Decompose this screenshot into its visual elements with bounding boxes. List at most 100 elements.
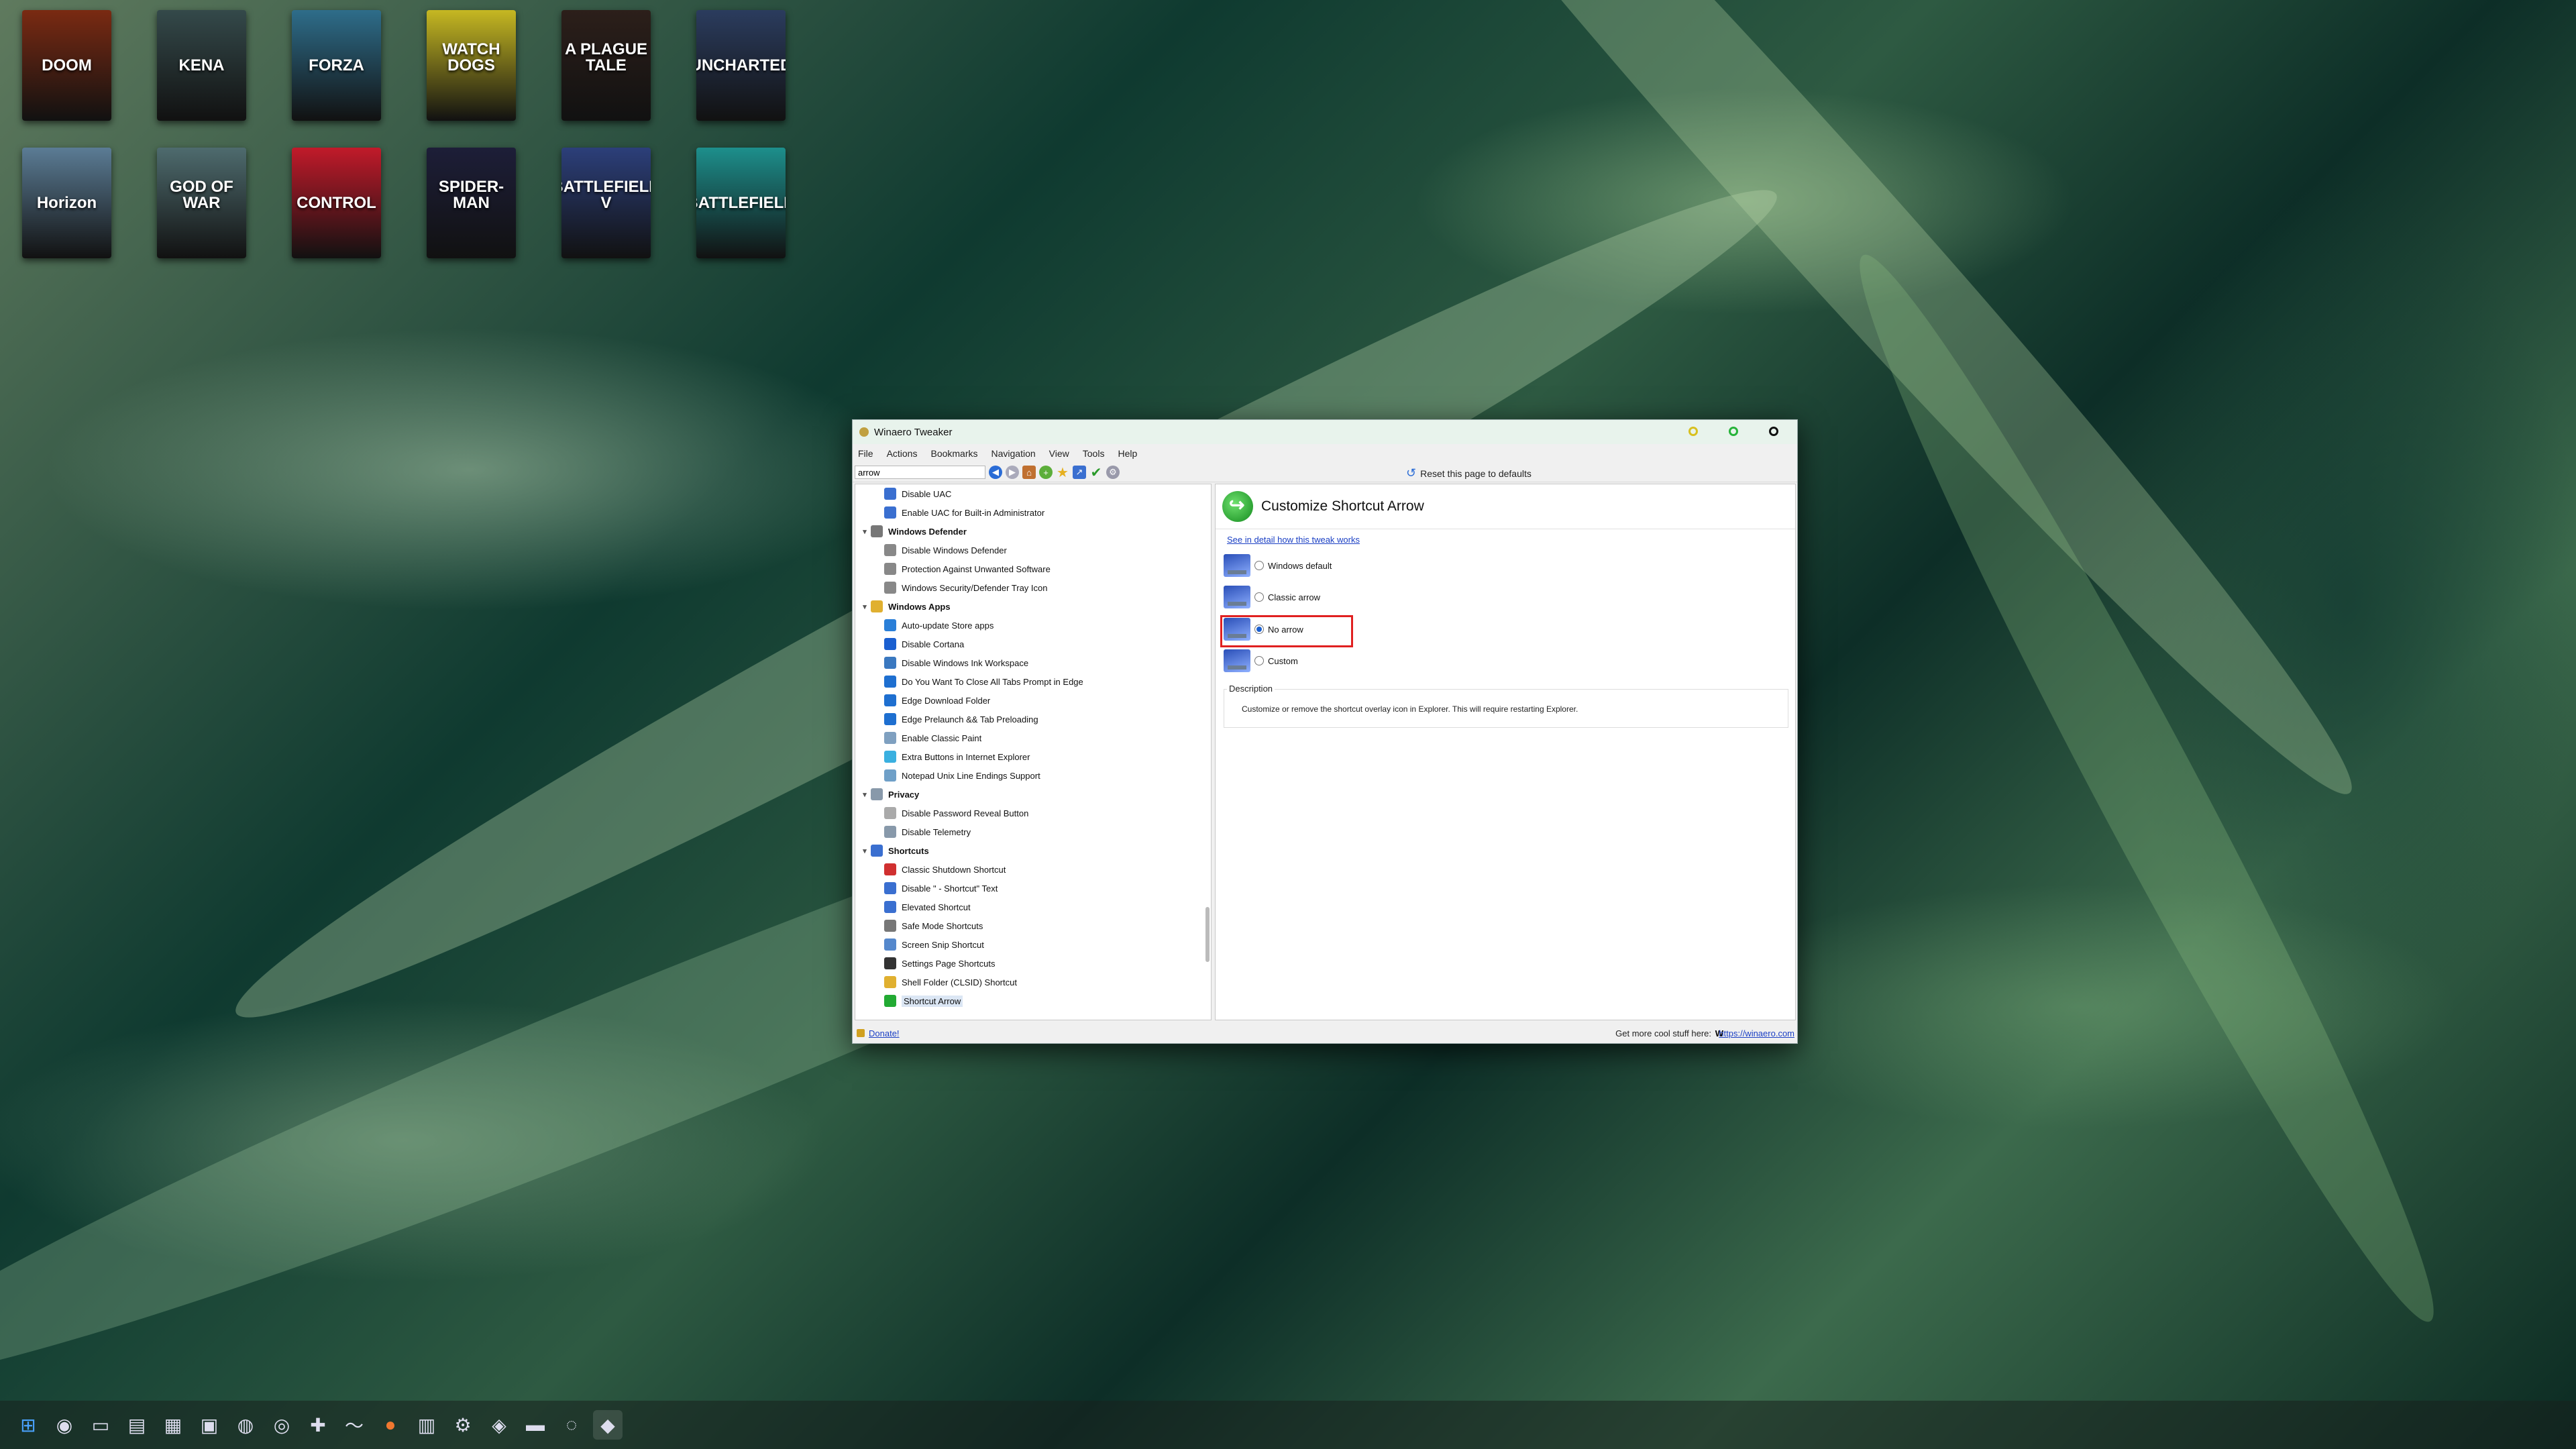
tree-item[interactable]: Disable Password Reveal Button [855, 804, 1211, 822]
file-explorer-icon[interactable]: ▭ [86, 1410, 115, 1440]
tree-category[interactable]: ▾ Privacy [855, 785, 1211, 804]
tree-item[interactable]: Do You Want To Close All Tabs Prompt in … [855, 672, 1211, 691]
tree-item[interactable]: Disable " - Shortcut" Text [855, 879, 1211, 898]
menu-help[interactable]: Help [1118, 448, 1137, 459]
torrent-icon[interactable]: ◈ [484, 1410, 514, 1440]
desktop-game-icon[interactable]: DOOM [22, 10, 111, 121]
donate-link[interactable]: Donate! [869, 1028, 900, 1038]
radio-classic-arrow[interactable] [1254, 592, 1264, 602]
detail-link[interactable]: See in detail how this tweak works [1227, 535, 1795, 545]
orange-app-icon[interactable]: ● [376, 1410, 405, 1440]
tree-scrollbar[interactable] [1205, 907, 1210, 962]
tree-item[interactable]: Screen Snip Shortcut [855, 935, 1211, 954]
settings-icon[interactable]: ⚙ [1106, 466, 1120, 479]
tree-item[interactable]: Enable Classic Paint [855, 729, 1211, 747]
steam-icon[interactable]: 〜 [339, 1410, 369, 1440]
tree-item[interactable]: Elevated Shortcut [855, 898, 1211, 916]
donate-icon [857, 1029, 865, 1037]
desktop-game-icon[interactable]: A PLAGUE TALE [561, 10, 651, 121]
desktop-game-icon[interactable]: CONTROL [292, 148, 381, 258]
tree-item[interactable]: Disable UAC [855, 484, 1211, 503]
tree-item[interactable]: Shortcut Arrow [855, 991, 1211, 1010]
desktop-game-icon[interactable]: WATCH DOGS [427, 10, 516, 121]
shortcut-arrow-icon [1222, 491, 1253, 522]
desktop-game-icon[interactable]: BATTLEFIELD [696, 148, 786, 258]
gamepad-icon[interactable]: ✚ [303, 1410, 333, 1440]
menu-actions[interactable]: Actions [887, 448, 918, 459]
forward-icon[interactable]: ▶ [1006, 466, 1019, 479]
menu-tools[interactable]: Tools [1083, 448, 1105, 459]
notes-icon[interactable]: ▣ [195, 1410, 224, 1440]
tree-label: Privacy [888, 789, 920, 800]
start-icon[interactable]: ⊞ [13, 1410, 43, 1440]
utility-icon[interactable]: ▥ [412, 1410, 441, 1440]
expand-chevron-icon[interactable]: ▾ [859, 602, 871, 611]
chrome-icon[interactable]: ◌ [557, 1410, 586, 1440]
apply-check-icon[interactable]: ✔ [1089, 466, 1103, 480]
desktop-game-icon[interactable]: UNCHARTED [696, 10, 786, 121]
desktop-game-icon[interactable]: BATTLEFIELD V [561, 148, 651, 258]
tree-item[interactable]: Protection Against Unwanted Software [855, 559, 1211, 578]
option-custom[interactable]: Custom [1224, 647, 1298, 674]
desktop-game-icon[interactable]: FORZA [292, 10, 381, 121]
menu-navigation[interactable]: Navigation [991, 448, 1036, 459]
tree-item[interactable]: Auto-update Store apps [855, 616, 1211, 635]
monitor-icon[interactable]: ▬ [521, 1410, 550, 1440]
tweak-icon [871, 788, 883, 800]
desktop-game-icon[interactable]: GOD OF WAR [157, 148, 246, 258]
expand-chevron-icon[interactable]: ▾ [859, 847, 871, 855]
tree-item[interactable]: Safe Mode Shortcuts [855, 916, 1211, 935]
title-bar[interactable]: Winaero Tweaker [853, 420, 1797, 444]
shortcut-icon[interactable]: ↗ [1073, 466, 1086, 479]
option-classic-arrow[interactable]: Classic arrow [1224, 584, 1320, 610]
tree-item[interactable]: Disable Windows Ink Workspace [855, 653, 1211, 672]
tree-item[interactable]: Edge Prelaunch && Tab Preloading [855, 710, 1211, 729]
tree-item[interactable]: Disable Telemetry [855, 822, 1211, 841]
tree-item[interactable]: Windows Security/Defender Tray Icon [855, 578, 1211, 597]
clapper-icon[interactable]: ▦ [158, 1410, 188, 1440]
obs-icon[interactable]: ◎ [267, 1410, 297, 1440]
winaero-link[interactable]: https://winaero.com [1719, 1028, 1794, 1038]
tree-item[interactable]: Extra Buttons in Internet Explorer [855, 747, 1211, 766]
winaero-icon[interactable]: ◆ [593, 1410, 623, 1440]
tree-item[interactable]: Classic Shutdown Shortcut [855, 860, 1211, 879]
home-icon[interactable]: ⌂ [1022, 466, 1036, 479]
expand-chevron-icon[interactable]: ▾ [859, 790, 871, 799]
tree-item[interactable]: Shell Folder (CLSID) Shortcut [855, 973, 1211, 991]
tree-category[interactable]: ▾ Windows Defender [855, 522, 1211, 541]
close-button[interactable] [1769, 427, 1778, 436]
tree-item[interactable]: Settings Page Shortcuts [855, 954, 1211, 973]
menu-bookmarks[interactable]: Bookmarks [930, 448, 977, 459]
add-bookmark-icon[interactable]: + [1039, 466, 1053, 479]
maximize-button[interactable] [1729, 427, 1738, 436]
tree-item[interactable]: Disable Cortana [855, 635, 1211, 653]
tweak-icon [884, 619, 896, 631]
radio-custom[interactable] [1254, 656, 1264, 665]
desktop-game-icon[interactable]: SPIDER-MAN [427, 148, 516, 258]
tree-category[interactable]: ▾ Shortcuts [855, 841, 1211, 860]
menu-view[interactable]: View [1049, 448, 1069, 459]
radio-windows-default[interactable] [1254, 561, 1264, 570]
browser-icon[interactable]: ◍ [231, 1410, 260, 1440]
gear-icon[interactable]: ⚙ [448, 1410, 478, 1440]
desktop-game-icon[interactable]: Horizon [22, 148, 111, 258]
back-icon[interactable]: ◀ [989, 466, 1002, 479]
edge-icon[interactable]: ◉ [50, 1410, 79, 1440]
tweak-icon [884, 676, 896, 688]
tree-item[interactable]: Edge Download Folder [855, 691, 1211, 710]
tweak-icon [884, 657, 896, 669]
desktop-game-icon[interactable]: KENA [157, 10, 246, 121]
tree-item[interactable]: Notepad Unix Line Endings Support [855, 766, 1211, 785]
tree-item[interactable]: Enable UAC for Built-in Administrator [855, 503, 1211, 522]
menu-file[interactable]: File [858, 448, 873, 459]
expand-chevron-icon[interactable]: ▾ [859, 527, 871, 536]
tree-item[interactable]: Disable Windows Defender [855, 541, 1211, 559]
reset-page-button[interactable]: ↺ Reset this page to defaults [1406, 466, 1532, 480]
tree-category[interactable]: ▾ Windows Apps [855, 597, 1211, 616]
bookmark-star-icon[interactable]: ★ [1056, 466, 1069, 480]
terminal-icon[interactable]: ▤ [122, 1410, 152, 1440]
option-windows-default[interactable]: Windows default [1224, 552, 1332, 579]
minimize-button[interactable] [1688, 427, 1698, 436]
search-input[interactable] [855, 466, 985, 479]
tweak-icon [871, 525, 883, 537]
